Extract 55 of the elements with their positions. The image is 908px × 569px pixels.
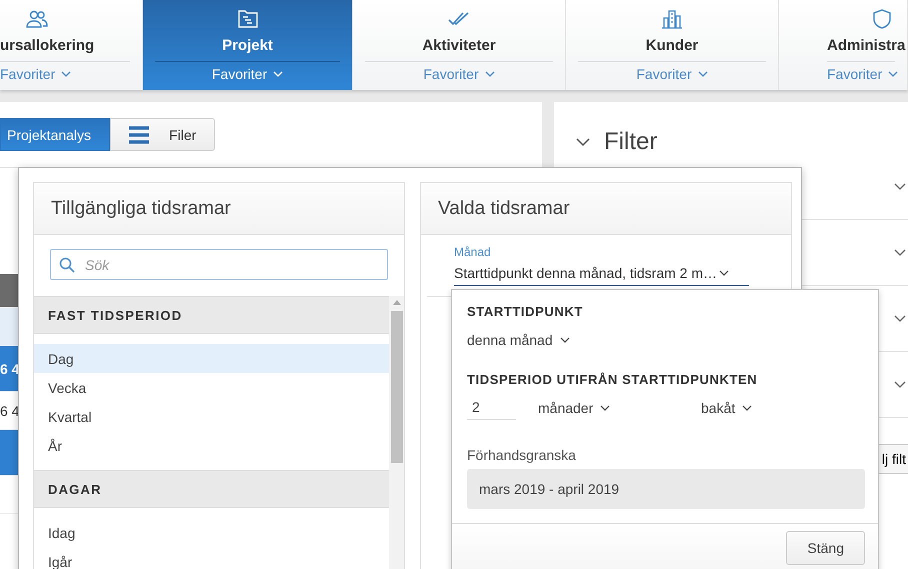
list-item[interactable]: År bbox=[34, 431, 389, 460]
shield-icon bbox=[872, 9, 892, 29]
field-label: Månad bbox=[454, 245, 492, 259]
people-icon bbox=[26, 9, 48, 29]
caret-icon bbox=[273, 71, 284, 77]
table-cell: 6 4 bbox=[0, 402, 20, 418]
start-dropdown[interactable]: denna månad bbox=[467, 332, 570, 348]
caret-icon bbox=[888, 71, 898, 77]
caret-icon bbox=[698, 71, 708, 77]
tab-label: Aktiviteter bbox=[422, 37, 496, 54]
nav-tab[interactable]: Kunder Favoriter bbox=[566, 0, 779, 90]
tab-label: Projekt bbox=[222, 37, 273, 54]
section-heading: TIDSPERIOD UTIFRÅN STARTTIDPUNKTEN bbox=[467, 372, 758, 387]
tab-label: Administra bbox=[827, 37, 906, 54]
scrollbar[interactable] bbox=[389, 296, 404, 569]
caret-icon bbox=[484, 71, 495, 77]
caret-icon bbox=[719, 270, 730, 276]
caret-icon bbox=[61, 71, 72, 77]
preview-box: mars 2019 - april 2019 bbox=[467, 469, 865, 509]
unit-dropdown[interactable]: månader bbox=[538, 400, 701, 416]
group-header: DAGAR bbox=[34, 470, 389, 508]
close-button[interactable]: Stäng bbox=[786, 531, 865, 565]
group-header: FAST TIDSPERIOD bbox=[34, 296, 389, 334]
direction-dropdown[interactable]: bakåt bbox=[701, 400, 752, 416]
list-item[interactable]: Dag bbox=[34, 344, 389, 373]
search-field[interactable]: Sök bbox=[50, 249, 388, 280]
caret-icon bbox=[600, 405, 610, 411]
section-heading: STARTTIDPUNKT bbox=[467, 304, 583, 319]
favorites-dropdown[interactable]: Favoriter bbox=[212, 66, 284, 82]
nav-tab[interactable]: Administra Favoriter bbox=[779, 0, 908, 90]
panel-title: Valda tidsramar bbox=[438, 198, 570, 220]
search-icon bbox=[59, 257, 75, 273]
chevron-icon[interactable] bbox=[894, 380, 906, 388]
list-item[interactable]: Vecka bbox=[34, 373, 389, 402]
nav-tab[interactable]: Aktiviteter Favoriter bbox=[353, 0, 566, 90]
toolbar-button[interactable]: Projektanalys bbox=[0, 118, 110, 151]
tab-label: ursallokering bbox=[0, 37, 94, 54]
list-item[interactable]: Kvartal bbox=[34, 402, 389, 431]
folder-icon bbox=[236, 9, 258, 29]
caret-icon bbox=[560, 337, 570, 343]
timeframe-select[interactable]: Starttidpunkt denna månad, tidsram 2 m… bbox=[454, 265, 749, 286]
chevron-icon[interactable] bbox=[894, 248, 906, 256]
chevron-icon[interactable] bbox=[894, 182, 906, 190]
chevron-icon[interactable] bbox=[894, 314, 906, 322]
chevron-icon[interactable] bbox=[576, 138, 590, 146]
panel-title: Tillgängliga tidsramar bbox=[51, 198, 231, 220]
toolbar-button[interactable]: Filer bbox=[110, 118, 216, 151]
tab-label: Kunder bbox=[646, 37, 698, 54]
list-item[interactable]: Idag bbox=[34, 518, 389, 547]
buildings-icon bbox=[661, 9, 683, 29]
filter-title: Filter bbox=[604, 128, 658, 156]
menu-icon bbox=[129, 126, 150, 144]
caret-icon bbox=[742, 405, 752, 411]
preview-label: Förhandsgranska bbox=[467, 447, 576, 463]
nav-tab[interactable]: Projekt Favoriter bbox=[143, 0, 353, 90]
